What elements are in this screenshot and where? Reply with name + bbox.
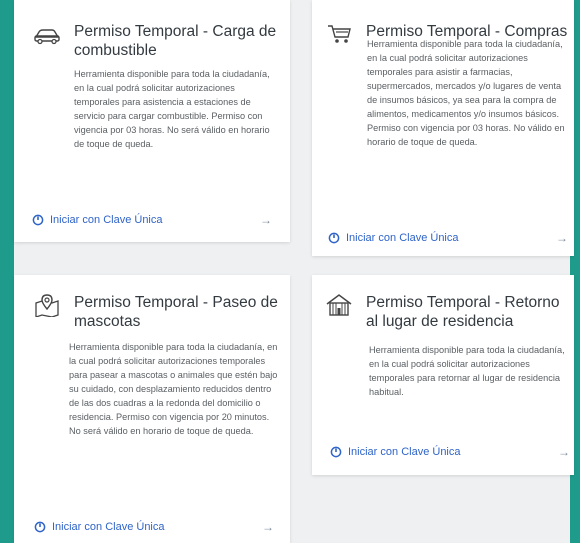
card-title: Permiso Temporal - Retorno al lugar de r… [366, 294, 560, 330]
card-description: Herramienta disponible para toda la ciud… [74, 69, 270, 149]
start-clave-unica-link[interactable]: Iniciar con Clave Única → [32, 213, 272, 227]
card-retorno-residencia: Permiso Temporal - Retorno al lugar de r… [312, 275, 574, 475]
card-description: Herramienta disponible para toda la ciud… [69, 342, 278, 436]
shopping-cart-icon [328, 25, 351, 43]
cta-label: Iniciar con Clave Única [52, 521, 165, 533]
car-icon [34, 29, 60, 45]
card-title: Permiso Temporal - Carga de combustible [74, 23, 277, 59]
cta-label: Iniciar con Clave Única [50, 214, 163, 226]
card-compras: Permiso Temporal - Compras Herramienta d… [312, 0, 574, 256]
card-description: Herramienta disponible para toda la ciud… [367, 39, 565, 147]
start-clave-unica-link[interactable]: Iniciar con Clave Única → [34, 520, 274, 534]
cta-label: Iniciar con Clave Única [348, 446, 461, 458]
clave-unica-icon [328, 232, 340, 244]
card-description: Herramienta disponible para toda la ciud… [369, 345, 565, 397]
map-pin-icon [35, 294, 59, 317]
building-icon [326, 294, 352, 316]
arrow-right-icon: → [262, 520, 274, 534]
cta-label: Iniciar con Clave Única [346, 232, 459, 244]
start-clave-unica-link[interactable]: Iniciar con Clave Única → [330, 445, 570, 459]
clave-unica-icon [32, 214, 44, 226]
card-paseo-mascotas: Permiso Temporal - Paseo de mascotas Her… [14, 275, 290, 543]
card-carga-combustible: Permiso Temporal - Carga de combustible … [14, 0, 290, 242]
clave-unica-icon [330, 446, 342, 458]
clave-unica-icon [34, 521, 46, 533]
left-frame [0, 0, 14, 543]
arrow-right-icon: → [556, 231, 568, 245]
arrow-right-icon: → [558, 445, 570, 459]
arrow-right-icon: → [260, 213, 272, 227]
card-title: Permiso Temporal - Paseo de mascotas [74, 294, 278, 330]
start-clave-unica-link[interactable]: Iniciar con Clave Única → [328, 231, 568, 245]
